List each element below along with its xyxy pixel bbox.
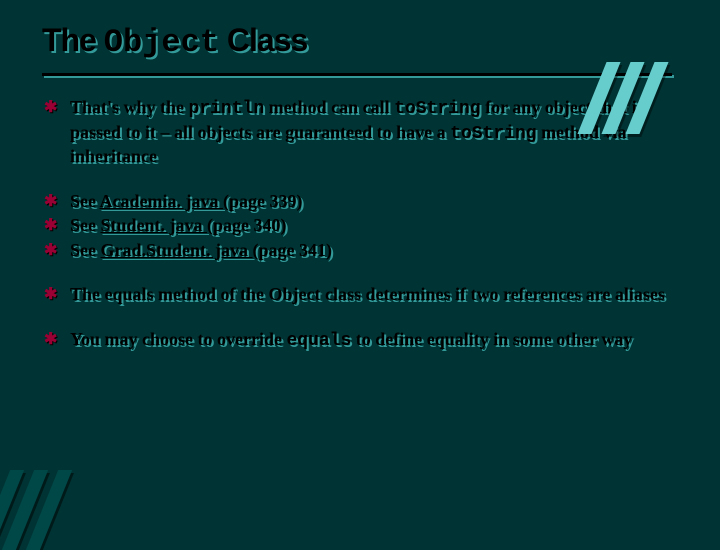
link-text: Student. java <box>101 215 208 235</box>
asterisk-icon: ✱ <box>44 330 57 350</box>
link-text: Academia. java <box>100 191 223 211</box>
title-post: Class <box>219 22 307 58</box>
code-text: println <box>189 99 265 119</box>
text: (page 341) <box>253 240 333 260</box>
title-mono: Object <box>104 24 219 61</box>
text: (page 339) <box>223 191 303 211</box>
text: See <box>70 240 101 260</box>
bullet-3: ✱ See Student. java (page 340) <box>70 214 680 237</box>
decor-stripes-bottom-left <box>0 470 56 550</box>
asterisk-icon: ✱ <box>44 241 57 261</box>
text: You may choose to override <box>70 329 286 349</box>
bullet-2: ✱ See Academia. java (page 339) <box>70 190 680 213</box>
code-text: equals <box>286 331 351 351</box>
decor-stripes-top-right <box>592 62 654 134</box>
page-title: The Object Class The Object Class <box>42 22 720 61</box>
asterisk-icon: ✱ <box>44 216 57 236</box>
text: method can call <box>264 97 394 117</box>
text: (page 340) <box>207 215 287 235</box>
link-text: Grad.Student. java <box>101 240 253 260</box>
text: The equals method of the Object class de… <box>70 284 665 304</box>
bullet-6: ✱ You may choose to override equals to d… <box>70 328 680 353</box>
asterisk-icon: ✱ <box>44 98 57 118</box>
text: to define equality in some other way <box>351 329 632 349</box>
asterisk-icon: ✱ <box>44 192 57 212</box>
title-area: The Object Class The Object Class <box>0 0 720 69</box>
text: See <box>70 191 100 211</box>
title-pre: The <box>42 22 104 58</box>
text: See <box>70 215 101 235</box>
bullet-5: ✱ The equals method of the Object class … <box>70 283 680 306</box>
text: That's why the <box>70 97 189 117</box>
asterisk-icon: ✱ <box>44 285 57 305</box>
code-text: toString <box>450 124 536 144</box>
code-text: toString <box>394 99 480 119</box>
bullet-4: ✱ See Grad.Student. java (page 341) <box>70 239 680 262</box>
